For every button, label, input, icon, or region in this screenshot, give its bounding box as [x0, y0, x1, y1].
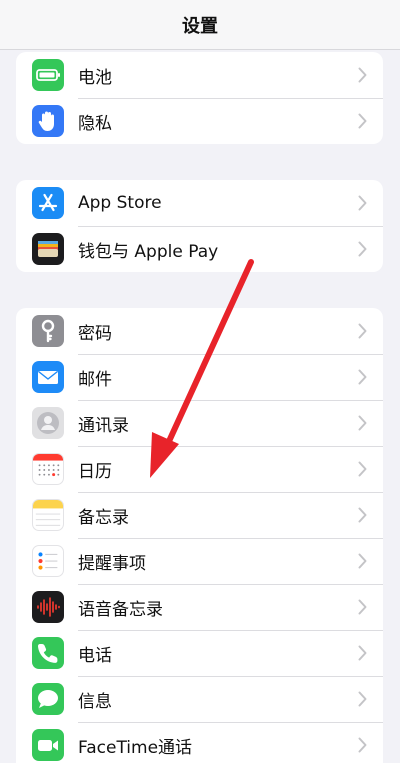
chevron-right-icon	[358, 323, 367, 339]
settings-row-wallet-apple-pay[interactable]: 钱包与 Apple Pay	[16, 226, 383, 272]
chevron-right-icon	[358, 599, 367, 615]
settings-row-reminders[interactable]: 提醒事项	[16, 538, 383, 584]
chevron-right-icon	[358, 507, 367, 523]
chevron-right-icon	[358, 113, 367, 129]
settings-row-label: FaceTime通话	[78, 737, 193, 758]
settings-row-label: 提醒事项	[78, 553, 146, 574]
settings-row-label: 电话	[78, 645, 112, 666]
settings-row-battery[interactable]: 电池	[16, 52, 383, 98]
app-store-icon	[32, 187, 64, 219]
wallet-icon	[32, 233, 64, 265]
page-title: 设置	[182, 15, 218, 37]
settings-row-mail[interactable]: 邮件	[16, 354, 383, 400]
contacts-icon	[32, 407, 64, 439]
mail-icon	[32, 361, 64, 393]
nav-bar: 设置	[0, 0, 400, 50]
hand-icon	[32, 105, 64, 137]
settings-row-label: 语音备忘录	[78, 599, 163, 620]
chevron-right-icon	[358, 67, 367, 83]
settings-row-passwords[interactable]: 密码	[16, 308, 383, 354]
chevron-right-icon	[358, 461, 367, 477]
settings-row-label: App Store	[78, 193, 162, 213]
settings-group-battery-privacy: 电池 隐私	[16, 52, 383, 144]
chevron-right-icon	[358, 553, 367, 569]
chevron-right-icon	[358, 241, 367, 257]
settings-row-voice-memos[interactable]: 语音备忘录	[16, 584, 383, 630]
notes-icon	[32, 499, 64, 531]
settings-group-store-wallet: App Store 钱包与 Apple Pay	[16, 180, 383, 272]
settings-row-label: 钱包与 Apple Pay	[78, 241, 219, 262]
settings-row-label: 电池	[78, 67, 112, 88]
settings-row-contacts[interactable]: 通讯录	[16, 400, 383, 446]
phone-icon	[32, 637, 64, 669]
settings-row-label: 邮件	[78, 369, 112, 390]
messages-icon	[32, 683, 64, 715]
voice-memos-icon	[32, 591, 64, 623]
chevron-right-icon	[358, 645, 367, 661]
settings-row-facetime[interactable]: FaceTime通话	[16, 722, 383, 763]
key-icon	[32, 315, 64, 347]
settings-row-label: 密码	[78, 323, 112, 344]
settings-row-label: 日历	[78, 461, 112, 482]
chevron-right-icon	[358, 369, 367, 385]
reminders-icon	[32, 545, 64, 577]
settings-row-label: 隐私	[78, 113, 112, 134]
settings-group-apps: 密码 邮件 通讯录 日历 备忘录 提醒事项 语音备忘录 电话 信息 FaceTi…	[16, 308, 383, 763]
settings-row-calendar[interactable]: 日历	[16, 446, 383, 492]
facetime-icon	[32, 729, 64, 761]
chevron-right-icon	[358, 737, 367, 753]
calendar-icon	[32, 453, 64, 485]
settings-row-phone[interactable]: 电话	[16, 630, 383, 676]
settings-row-label: 信息	[78, 691, 112, 712]
battery-icon	[32, 59, 64, 91]
settings-row-label: 备忘录	[78, 507, 129, 528]
settings-row-app-store[interactable]: App Store	[16, 180, 383, 226]
chevron-right-icon	[358, 415, 367, 431]
settings-row-label: 通讯录	[78, 415, 129, 436]
settings-row-notes[interactable]: 备忘录	[16, 492, 383, 538]
settings-row-messages[interactable]: 信息	[16, 676, 383, 722]
settings-row-privacy[interactable]: 隐私	[16, 98, 383, 144]
chevron-right-icon	[358, 195, 367, 211]
chevron-right-icon	[358, 691, 367, 707]
